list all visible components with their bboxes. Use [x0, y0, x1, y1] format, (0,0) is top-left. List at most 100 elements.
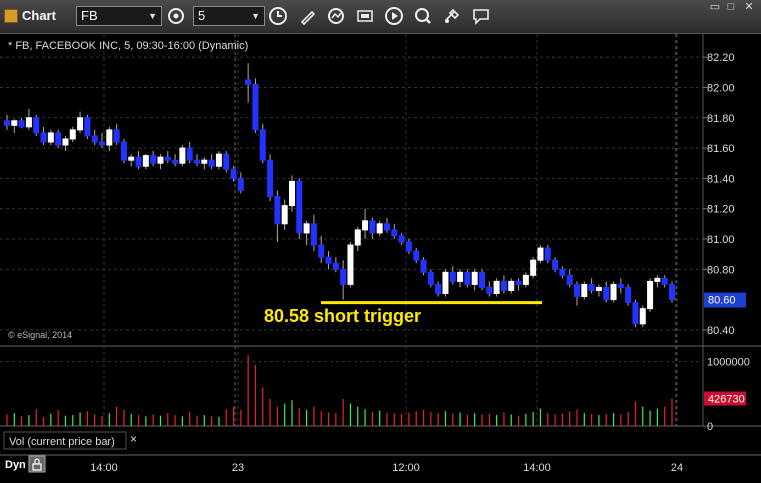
candle-body [522, 274, 529, 285]
candle-body [427, 271, 434, 285]
insert-study-icon[interactable] [355, 6, 375, 26]
time-tick-label: 14:00 [90, 462, 118, 474]
candle-body [332, 262, 339, 270]
candle-body [325, 256, 332, 264]
candle-body [500, 280, 507, 291]
candle-body [340, 268, 347, 285]
window-title: Chart [22, 8, 56, 23]
dynamic-mode-label[interactable]: Dyn [5, 459, 26, 471]
candle-body [215, 153, 222, 167]
candle-body [18, 120, 25, 128]
candle-body [237, 177, 244, 191]
candle-body [457, 271, 464, 282]
candle-body [223, 153, 230, 170]
candle-body [164, 156, 171, 161]
candle-body [610, 283, 617, 301]
candle-body [537, 247, 544, 261]
maximize-icon[interactable]: □ [724, 2, 738, 13]
candle-body [208, 159, 215, 167]
price-tick-label: 81.60 [707, 143, 735, 155]
candle-body [99, 141, 105, 146]
comment-icon[interactable] [471, 6, 491, 26]
time-tick-label: 24 [671, 462, 683, 474]
candle-body [179, 147, 186, 164]
candle-body [120, 141, 127, 161]
candle-body [33, 117, 40, 134]
candle-body [369, 220, 376, 234]
chart-area[interactable]: * FB, FACEBOOK INC, 5, 09:30-16:00 (Dyna… [0, 34, 761, 478]
candle-body [581, 283, 588, 298]
chevron-down-icon[interactable]: ▼ [251, 7, 260, 25]
candle-body [84, 117, 91, 137]
price-tick-label: 81.00 [707, 234, 735, 246]
candle-body [172, 159, 179, 164]
clock-settings-icon[interactable] [166, 6, 186, 26]
draw-pencil-icon[interactable] [298, 6, 318, 26]
close-study-icon[interactable]: × [130, 432, 137, 446]
chevron-down-icon[interactable]: ▼ [148, 7, 157, 25]
candle-body [303, 223, 310, 234]
symbol-combo[interactable]: FB ▼ [76, 6, 162, 26]
interval-value: 5 [198, 8, 206, 23]
last-volume-label: 426730 [708, 394, 745, 406]
time-icon[interactable] [268, 6, 288, 26]
candle-body [318, 244, 325, 258]
candle-body [128, 156, 135, 161]
candle-body [376, 223, 383, 234]
candle-body [493, 280, 500, 295]
candle-body [91, 135, 98, 143]
candle-body [4, 120, 10, 126]
candle-body [464, 271, 471, 285]
candle-body [281, 205, 288, 225]
candle-body [11, 120, 18, 126]
symbol-value: FB [81, 8, 98, 23]
candle-body [40, 132, 47, 143]
volume-tick-label: 0 [707, 421, 713, 433]
chart-toolbar: Chart FB ▼ 5 ▼ ▭ □ ✕ [0, 0, 761, 34]
candle-body [530, 259, 537, 276]
tools-icon[interactable] [442, 6, 462, 26]
candle-body [362, 220, 369, 231]
candle-body [398, 235, 405, 243]
candle-body [574, 283, 580, 298]
candle-body [654, 277, 661, 282]
chart-window-icon [4, 9, 18, 23]
candle-body [245, 79, 252, 85]
candle-body [471, 271, 478, 285]
replay-icon[interactable] [384, 6, 404, 26]
candle-body [391, 229, 398, 237]
candle-body [479, 271, 485, 288]
candle-body [405, 241, 412, 252]
candle-body [77, 117, 84, 131]
candle-body [420, 259, 427, 273]
candle-body [625, 286, 632, 304]
price-tick-label: 81.40 [707, 173, 735, 185]
candle-body [157, 156, 164, 164]
volume-tick-label: 1000000 [707, 357, 750, 369]
price-tick-label: 81.80 [707, 113, 735, 125]
price-tick-label: 80.40 [707, 325, 735, 337]
price-chart[interactable]: * FB, FACEBOOK INC, 5, 09:30-16:00 (Dyna… [0, 34, 761, 478]
candle-body [559, 268, 566, 276]
candle-body [106, 129, 113, 146]
close-icon[interactable]: ✕ [742, 2, 756, 13]
candle-body [442, 271, 449, 295]
price-tick-label: 82.20 [707, 52, 735, 64]
candle-body [669, 283, 675, 301]
chart-title: * FB, FACEBOOK INC, 5, 09:30-16:00 (Dyna… [8, 40, 248, 52]
candle-body [639, 308, 646, 325]
time-tick-label: 14:00 [523, 462, 551, 474]
candle-body [55, 132, 62, 146]
candle-body [69, 129, 76, 140]
last-price-label: 80.60 [708, 295, 736, 307]
zoom-icon[interactable] [413, 6, 433, 26]
candle-body [595, 286, 602, 291]
candle-body [25, 117, 32, 128]
candle-body [449, 271, 456, 282]
restore-icon[interactable]: ▭ [708, 2, 722, 13]
volume-study-label[interactable]: Vol (current price bar) [9, 436, 115, 448]
refresh-icon[interactable] [326, 6, 346, 26]
interval-combo[interactable]: 5 ▼ [193, 6, 265, 26]
time-tick-label: 12:00 [392, 462, 420, 474]
trigger-annotation: 80.58 short trigger [264, 306, 421, 326]
